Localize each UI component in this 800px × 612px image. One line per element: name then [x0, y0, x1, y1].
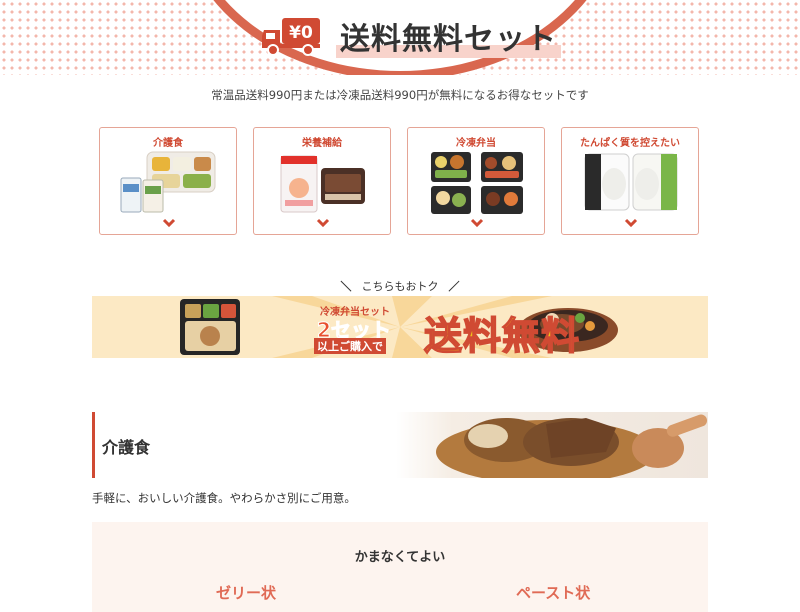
section-description: 手軽に、おいしい介護食。やわらかさ別にご用意。: [92, 491, 356, 505]
texture-panel: かまなくてよい ゼリー状 ペースト状: [92, 522, 708, 612]
frozen-bento-product-image: [431, 152, 523, 214]
chevron-down-icon: [162, 218, 176, 228]
category-label: たんぱく質を控えたい: [580, 138, 680, 149]
chevron-down-icon: [624, 218, 638, 228]
category-card-protein[interactable]: たんぱく質を控えたい: [561, 127, 699, 235]
chevron-down-icon: [470, 218, 484, 228]
category-label: 栄養補給: [302, 138, 342, 149]
banner-background: [180, 296, 618, 358]
section-accent-bar: [92, 412, 95, 478]
care-food-photo: [396, 412, 708, 478]
category-card-eiyo[interactable]: 栄養補給: [253, 127, 391, 235]
page-title: 送料無料セット: [336, 14, 561, 58]
delivery-truck-icon: ¥0: [262, 18, 320, 56]
decorative-slash-left: ＼: [340, 280, 352, 293]
hero-heading: ¥0 送料無料セット: [260, 14, 561, 58]
deal-caption: ＼ こちらもおトク ／: [0, 278, 800, 294]
hero-banner: ¥0 送料無料セット: [0, 0, 800, 75]
panel-title: かまなくてよい: [354, 550, 446, 565]
category-card-bento[interactable]: 冷凍弁当: [407, 127, 545, 235]
page-subtitle: 常温品送料990円または冷凍品送料990円が無料になるお得なセットです: [211, 88, 589, 102]
banner-purchase-condition: 以上ご購入で: [314, 338, 386, 354]
care-food-product-image: [120, 151, 216, 213]
category-card-kaigo[interactable]: 介護食: [99, 127, 237, 235]
deal-caption-text: こちらもおトク: [361, 280, 439, 293]
category-label: 冷凍弁当: [456, 138, 496, 149]
section-header-kaigo: 介護食: [92, 412, 708, 478]
decorative-slash-right: ／: [448, 280, 460, 293]
section-title: 介護食: [102, 438, 151, 457]
banner-headline: 送料無料: [423, 313, 581, 358]
truck-price-text: ¥0: [289, 23, 313, 43]
category-label: 介護食: [153, 138, 183, 149]
category-list: 介護食 栄養補給 冷凍弁当 たんぱく質を控えたい: [99, 127, 709, 237]
free-shipping-bento-banner[interactable]: 冷凍弁当セット 2セット 以上ご購入で 送料無料: [92, 296, 708, 358]
nutrition-product-image: [280, 155, 365, 213]
low-protein-rice-product-image: [584, 153, 678, 211]
chevron-down-icon: [316, 218, 330, 228]
